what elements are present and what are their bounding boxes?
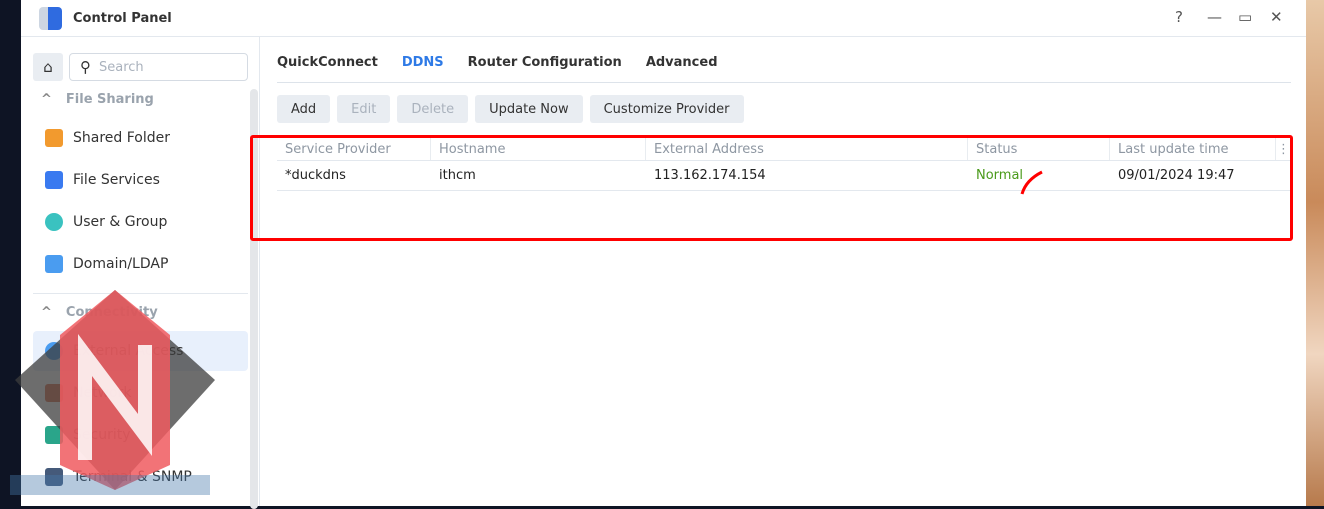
tab-bar: QuickConnect DDNS Router Configuration A…	[277, 55, 1291, 83]
section-file-sharing[interactable]: ^ File Sharing	[41, 92, 154, 107]
add-button[interactable]: Add	[277, 95, 331, 123]
toolbar: Add Edit Delete Update Now Customize Pro…	[277, 95, 744, 123]
domain-ldap-icon	[45, 255, 63, 273]
sidebar-item-user-group[interactable]: User & Group	[33, 202, 248, 242]
sidebar-item-network[interactable]: Network	[33, 373, 248, 413]
search-input[interactable]: ⚲ Search	[69, 53, 248, 81]
terminal-icon	[45, 468, 63, 486]
chevron-up-icon: ^	[41, 305, 52, 320]
edit-button[interactable]: Edit	[337, 95, 391, 123]
network-icon	[45, 384, 63, 402]
home-button[interactable]: ⌂	[33, 53, 63, 81]
sidebar-item-terminal-snmp[interactable]: Terminal & SNMP	[33, 457, 248, 497]
external-access-icon	[45, 342, 63, 360]
divider	[33, 293, 248, 294]
sidebar: ⌂ ⚲ Search ^ File Sharing Shared Folder Fi…	[21, 37, 260, 509]
title-bar: Control Panel ? — ▭ ✕	[21, 0, 1306, 37]
user-group-icon	[45, 213, 63, 231]
highlight-box-annotation	[250, 135, 1293, 241]
security-icon	[45, 426, 63, 444]
file-services-icon	[45, 171, 63, 189]
minimize-button[interactable]: —	[1207, 8, 1222, 26]
chevron-up-icon: ^	[41, 92, 52, 107]
help-icon[interactable]: ?	[1175, 8, 1183, 26]
window-title: Control Panel	[73, 10, 172, 26]
search-icon: ⚲	[80, 58, 91, 76]
close-button[interactable]: ✕	[1270, 8, 1283, 26]
customize-provider-button[interactable]: Customize Provider	[589, 95, 744, 123]
tab-quickconnect[interactable]: QuickConnect	[277, 55, 378, 82]
sidebar-item-external-access[interactable]: External Access	[33, 331, 248, 371]
delete-button[interactable]: Delete	[397, 95, 469, 123]
shared-folder-icon	[45, 129, 63, 147]
control-panel-icon	[39, 6, 62, 30]
section-connectivity[interactable]: ^ Connectivity	[41, 305, 158, 320]
search-placeholder: Search	[99, 59, 144, 75]
sidebar-item-domain-ldap[interactable]: Domain/LDAP	[33, 244, 248, 284]
control-panel-window: Control Panel ? — ▭ ✕ ⌂ ⚲ Search ^ File Sh…	[21, 0, 1306, 509]
home-icon: ⌂	[43, 58, 53, 76]
tab-ddns[interactable]: DDNS	[402, 55, 444, 82]
maximize-button[interactable]: ▭	[1238, 8, 1252, 26]
update-now-button[interactable]: Update Now	[475, 95, 583, 123]
sidebar-item-shared-folder[interactable]: Shared Folder	[33, 118, 248, 158]
tab-advanced[interactable]: Advanced	[646, 55, 718, 82]
desktop-wallpaper	[1306, 0, 1324, 506]
tab-router-configuration[interactable]: Router Configuration	[468, 55, 622, 82]
sidebar-item-security[interactable]: Security	[33, 415, 248, 455]
sidebar-item-file-services[interactable]: File Services	[33, 160, 248, 200]
main-content: QuickConnect DDNS Router Configuration A…	[277, 37, 1306, 506]
